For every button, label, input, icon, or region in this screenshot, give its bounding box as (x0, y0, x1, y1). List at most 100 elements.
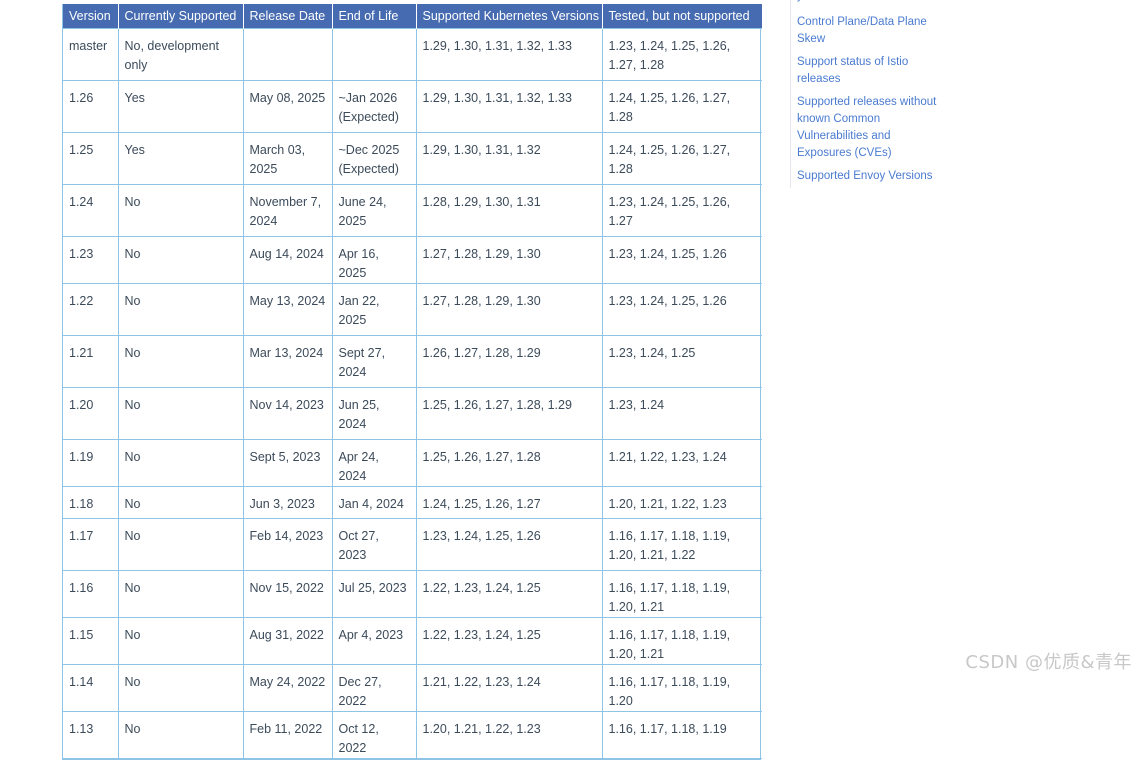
toc-link-support-status[interactable]: Support status of Istio releases (797, 54, 942, 88)
cell-release-date: March 03, 2025 (242, 132, 333, 185)
cell-release-date: May 13, 2024 (242, 283, 333, 336)
cell-tested-versions: 1.24, 1.25, 1.26, 1.27, 1.28 (601, 132, 762, 185)
table-row: 1.21 No Mar 13, 2024 Sept 27, 2024 1.26,… (63, 335, 762, 388)
table-row: 1.15 No Aug 31, 2022 Apr 4, 2023 1.22, 1… (63, 617, 762, 665)
cell-supported: No (117, 570, 244, 618)
header-version: Version (63, 4, 119, 29)
istio-version-table: Version Currently Supported Release Date… (63, 4, 762, 759)
cell-version: 1.25 (63, 132, 119, 185)
cell-release-date (242, 28, 333, 81)
cell-k8s-versions: 1.24, 1.25, 1.26, 1.27 (415, 486, 603, 519)
cell-release-date: Nov 15, 2022 (242, 570, 333, 618)
toc-link-control-plane-skew[interactable]: Control Plane/Data Plane Skew (797, 14, 942, 48)
cell-version: 1.23 (63, 236, 119, 284)
cell-tested-versions: 1.23, 1.24, 1.25, 1.26 (601, 236, 762, 284)
toc-link-releases-without-cves[interactable]: Supported releases without known Common … (797, 94, 942, 162)
cell-tested-versions: 1.23, 1.24, 1.25, 1.26, 1.27, 1.28 (601, 28, 762, 81)
cell-k8s-versions: 1.28, 1.29, 1.30, 1.31 (415, 184, 603, 237)
cell-release-date: May 08, 2025 (242, 80, 333, 133)
table-row: 1.18 No Jun 3, 2023 Jan 4, 2024 1.24, 1.… (63, 486, 762, 519)
cell-supported: No (117, 664, 244, 712)
cell-release-date: Feb 14, 2023 (242, 518, 333, 571)
cell-k8s-versions: 1.23, 1.24, 1.25, 1.26 (415, 518, 603, 571)
cell-end-of-life: Jan 22, 2025 (331, 283, 417, 336)
cell-k8s-versions: 1.20, 1.21, 1.22, 1.23 (415, 711, 603, 759)
toc-link-supported-envoy-versions[interactable]: Supported Envoy Versions (797, 168, 942, 185)
cell-end-of-life: Dec 27, 2022 (331, 664, 417, 712)
cell-version: 1.15 (63, 617, 119, 665)
watermark: CSDN @优质&青年 (965, 652, 1132, 673)
cell-release-date: November 7, 2024 (242, 184, 333, 237)
table-row: 1.26 Yes May 08, 2025 ~Jan 2026 (Expecte… (63, 80, 762, 133)
cell-release-date: Jun 3, 2023 (242, 486, 333, 519)
cell-tested-versions: 1.23, 1.24 (601, 387, 762, 440)
table-of-contents: y Control Plane/Data Plane Skew Support … (790, 0, 940, 188)
cell-release-date: Aug 14, 2024 (242, 236, 333, 284)
cell-end-of-life: Oct 12, 2022 (331, 711, 417, 759)
cell-version: 1.16 (63, 570, 119, 618)
cell-k8s-versions: 1.29, 1.30, 1.31, 1.32, 1.33 (415, 80, 603, 133)
cell-end-of-life: Jun 25, 2024 (331, 387, 417, 440)
cell-release-date: May 24, 2022 (242, 664, 333, 712)
cell-tested-versions: 1.16, 1.17, 1.18, 1.19, 1.20, 1.21 (601, 570, 762, 618)
cell-supported: No, development only (117, 28, 244, 81)
header-currently-supported: Currently Supported (118, 4, 244, 29)
cell-version: 1.21 (63, 335, 119, 388)
cell-release-date: Sept 5, 2023 (242, 439, 333, 487)
cell-supported: No (117, 387, 244, 440)
cell-k8s-versions: 1.27, 1.28, 1.29, 1.30 (415, 236, 603, 284)
table-row: 1.23 No Aug 14, 2024 Apr 16, 2025 1.27, … (63, 236, 762, 284)
cell-version: 1.17 (63, 518, 119, 571)
table-row: 1.19 No Sept 5, 2023 Apr 24, 2024 1.25, … (63, 439, 762, 487)
table-row: 1.22 No May 13, 2024 Jan 22, 2025 1.27, … (63, 283, 762, 336)
cell-k8s-versions: 1.27, 1.28, 1.29, 1.30 (415, 283, 603, 336)
cell-k8s-versions: 1.21, 1.22, 1.23, 1.24 (415, 664, 603, 712)
cell-version: 1.20 (63, 387, 119, 440)
cell-release-date: Aug 31, 2022 (242, 617, 333, 665)
header-tested-not-supported: Tested, but not supported (602, 4, 762, 29)
cell-release-date: Feb 11, 2022 (242, 711, 333, 759)
cell-version: 1.19 (63, 439, 119, 487)
cell-version: 1.22 (63, 283, 119, 336)
cell-supported: No (117, 283, 244, 336)
cell-version: 1.18 (63, 486, 119, 519)
table-row: 1.25 Yes March 03, 2025 ~Dec 2025 (Expec… (63, 132, 762, 185)
cell-tested-versions: 1.16, 1.17, 1.18, 1.19, 1.20, 1.21 (601, 617, 762, 665)
cell-end-of-life: Apr 4, 2023 (331, 617, 417, 665)
cell-version: 1.13 (63, 711, 119, 759)
cell-tested-versions: 1.24, 1.25, 1.26, 1.27, 1.28 (601, 80, 762, 133)
cell-end-of-life (331, 28, 417, 81)
table-row: 1.16 No Nov 15, 2022 Jul 25, 2023 1.22, … (63, 570, 762, 618)
cell-tested-versions: 1.16, 1.17, 1.18, 1.19 (601, 711, 762, 759)
table-row: 1.14 No May 24, 2022 Dec 27, 2022 1.21, … (63, 664, 762, 712)
cell-supported: No (117, 236, 244, 284)
cell-supported: Yes (117, 132, 244, 185)
cell-tested-versions: 1.23, 1.24, 1.25 (601, 335, 762, 388)
cell-supported: No (117, 184, 244, 237)
cell-tested-versions: 1.20, 1.21, 1.22, 1.23 (601, 486, 762, 519)
cell-end-of-life: Apr 24, 2024 (331, 439, 417, 487)
table-row: 1.24 No November 7, 2024 June 24, 2025 1… (63, 184, 762, 237)
cell-k8s-versions: 1.26, 1.27, 1.28, 1.29 (415, 335, 603, 388)
cell-release-date: Nov 14, 2023 (242, 387, 333, 440)
cell-supported: No (117, 486, 244, 519)
table-row: 1.17 No Feb 14, 2023 Oct 27, 2023 1.23, … (63, 518, 762, 571)
cell-k8s-versions: 1.25, 1.26, 1.27, 1.28, 1.29 (415, 387, 603, 440)
cell-version: 1.24 (63, 184, 119, 237)
cell-supported: No (117, 617, 244, 665)
header-release-date: Release Date (243, 4, 333, 29)
cell-k8s-versions: 1.22, 1.23, 1.24, 1.25 (415, 570, 603, 618)
cell-k8s-versions: 1.22, 1.23, 1.24, 1.25 (415, 617, 603, 665)
toc-clipped-item[interactable]: y (797, 0, 803, 2)
cell-release-date: Mar 13, 2024 (242, 335, 333, 388)
version-table-container: Version Currently Supported Release Date… (62, 4, 762, 760)
cell-tested-versions: 1.21, 1.22, 1.23, 1.24 (601, 439, 762, 487)
cell-tested-versions: 1.16, 1.17, 1.18, 1.19, 1.20, 1.21, 1.22 (601, 518, 762, 571)
cell-end-of-life: Sept 27, 2024 (331, 335, 417, 388)
table-row: master No, development only 1.29, 1.30, … (63, 28, 762, 81)
cell-tested-versions: 1.23, 1.24, 1.25, 1.26, 1.27 (601, 184, 762, 237)
cell-end-of-life: Apr 16, 2025 (331, 236, 417, 284)
cell-supported: No (117, 335, 244, 388)
cell-supported: No (117, 439, 244, 487)
cell-end-of-life: June 24, 2025 (331, 184, 417, 237)
